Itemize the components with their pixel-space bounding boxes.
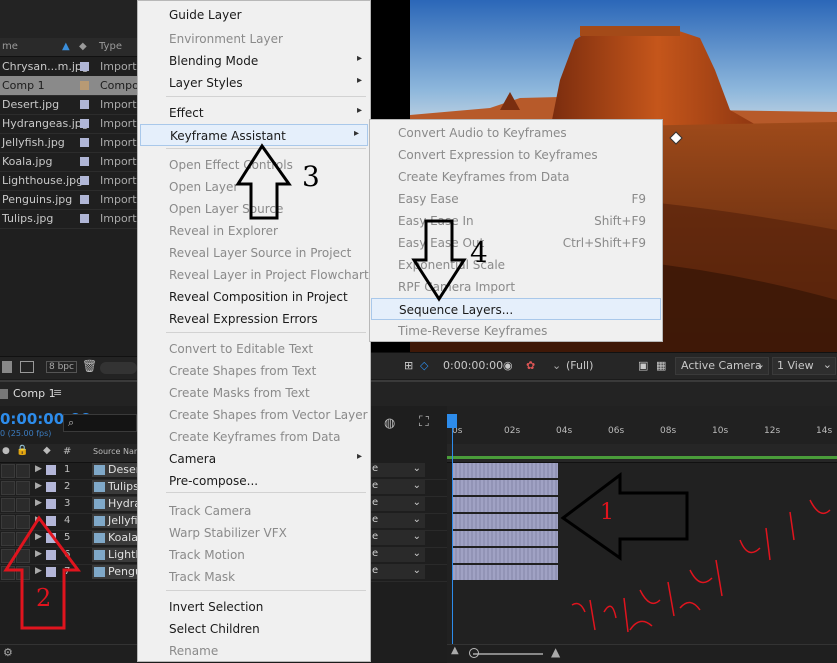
annotation-label-2: 2 — [36, 584, 52, 612]
annotation-arrow-up-icon — [235, 143, 292, 220]
annotation-scribble-2 — [629, 601, 701, 631]
annotation-overlay — [3, 143, 831, 633]
annotation-label-3: 3 — [302, 160, 320, 193]
annotation-arrow-down-icon — [411, 219, 467, 302]
annotation-label-1: 1 — [600, 500, 614, 525]
annotation-label-4: 4 — [470, 236, 488, 269]
annotation-arrow-left-icon — [560, 471, 689, 561]
